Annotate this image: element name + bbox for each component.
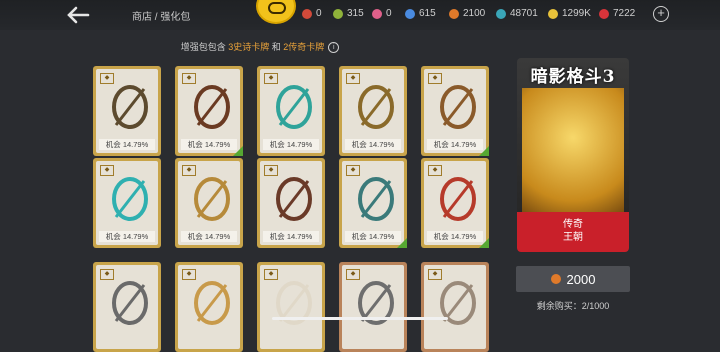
add-currency-button[interactable]: +: [653, 6, 669, 22]
legend-count: 2传奇卡牌: [283, 42, 325, 52]
breadcrumb: 商店 / 强化包: [132, 12, 191, 23]
currency-value: 615: [419, 8, 436, 19]
card-slot[interactable]: ◆ 机会 14.79%: [339, 66, 407, 156]
pack-faction: 王朝: [563, 232, 583, 243]
coin-teal-icon: [496, 8, 506, 19]
currency-0: 0: [302, 8, 322, 19]
twin-blade-icon: [194, 85, 230, 129]
currency-value: 1299K: [562, 8, 591, 19]
currency-4: 2100: [449, 8, 485, 19]
card-slot[interactable]: ◆: [257, 262, 325, 352]
currency-value: 48701: [510, 8, 538, 19]
price-value: 2000: [566, 271, 596, 287]
chance-label: 机会 14.79%: [427, 139, 483, 150]
currency-6: 1299K: [548, 8, 591, 19]
owned-check-icon: [479, 238, 489, 248]
card-face: ◆: [96, 265, 158, 349]
token-blue-icon: [405, 8, 415, 19]
coin-green-icon: [333, 8, 343, 19]
card-face: ◆: [424, 265, 486, 349]
card-slot[interactable]: ◆ 机会 14.79%: [339, 158, 407, 248]
card-slot[interactable]: ◆ 机会 14.79%: [421, 158, 489, 248]
glaive-icon: [440, 85, 476, 129]
chance-label: 机会 14.79%: [99, 139, 155, 150]
shuriken-icon: [358, 281, 394, 325]
owned-check-icon: [479, 146, 489, 156]
card-slot[interactable]: ◆ 机会 14.79%: [257, 158, 325, 248]
currency-3: 615: [405, 8, 436, 19]
gem-red-icon: [302, 8, 312, 19]
card-face: ◆: [260, 265, 322, 349]
currency-value: 315: [347, 8, 364, 19]
chance-label: 机会 14.79%: [427, 231, 483, 242]
buy-button[interactable]: 2000: [516, 266, 630, 292]
currency-value: 0: [316, 8, 322, 19]
card-slot[interactable]: ◆ 机会 14.79%: [175, 158, 243, 248]
helmet-icon: [112, 281, 148, 325]
ornate-armor-icon: [358, 177, 394, 221]
warrior-armor-icon: [440, 177, 476, 221]
chance-label: 机会 14.79%: [181, 231, 237, 242]
chance-label: 机会 14.79%: [345, 231, 401, 242]
gold-coin-icon: [548, 8, 558, 19]
currency-value: 2100: [463, 8, 486, 19]
card-slot[interactable]: ◆: [93, 262, 161, 352]
pack-info: 增强包包含 3史诗卡牌 和 2传奇卡牌 i: [0, 40, 520, 54]
card-slot[interactable]: ◆: [339, 262, 407, 352]
gem-orange-icon: [449, 8, 459, 19]
chance-label: 机会 14.79%: [99, 231, 155, 242]
chance-label: 机会 14.79%: [263, 139, 319, 150]
card-slot[interactable]: ◆ 机会 14.79%: [93, 66, 161, 156]
owned-check-icon: [397, 238, 407, 248]
card-slot[interactable]: ◆: [175, 262, 243, 352]
pack-rarity-banner: 传奇 王朝: [517, 212, 629, 252]
info-icon[interactable]: i: [328, 42, 340, 54]
card-pink-icon: [372, 8, 382, 19]
sword-icon: [358, 85, 394, 129]
owned-check-icon: [233, 146, 243, 156]
currency-7: 7222: [599, 8, 635, 19]
chance-label: 机会 14.79%: [263, 231, 319, 242]
pack-rarity: 传奇: [563, 219, 583, 230]
card-slot[interactable]: ◆ 机会 14.79%: [93, 158, 161, 248]
currency-value: 7222: [613, 8, 636, 19]
card-slot[interactable]: ◆ 机会 14.79%: [421, 66, 489, 156]
currency-value: 0: [386, 8, 392, 19]
spiked-ring-icon: [194, 177, 230, 221]
chance-label: 机会 14.79%: [181, 139, 237, 150]
home-indicator: [272, 317, 448, 320]
gem-orange-icon: [550, 274, 561, 284]
remaining-purchases: 剩余购买：2/1000: [536, 301, 610, 311]
currency-2: 0: [372, 8, 392, 19]
pack-preview[interactable]: 暗影格斗3 传奇 王朝: [517, 58, 629, 252]
card-face: ◆: [342, 265, 404, 349]
ruby-icon: [599, 8, 609, 19]
back-arrow-icon[interactable]: [64, 4, 92, 26]
card-slot[interactable]: ◆ 机会 14.79%: [257, 66, 325, 156]
currency-5: 48701: [496, 8, 538, 19]
chakram-icon: [112, 85, 148, 129]
pack-title: 暗影格斗3: [530, 67, 616, 87]
dual-daggers-icon: [112, 177, 148, 221]
epic-count: 3史诗卡牌: [228, 42, 270, 52]
crown-icon: [194, 281, 230, 325]
card-face: ◆: [178, 265, 240, 349]
bow-icon: [276, 85, 312, 129]
card-slot[interactable]: ◆: [421, 262, 489, 352]
pack-character-art: [522, 88, 624, 212]
mask-icon: [276, 281, 312, 325]
currency-1: 315: [333, 8, 364, 19]
bomb-icon: [440, 281, 476, 325]
armor-icon: [276, 177, 312, 221]
card-slot[interactable]: ◆ 机会 14.79%: [175, 66, 243, 156]
chance-label: 机会 14.79%: [345, 139, 401, 150]
